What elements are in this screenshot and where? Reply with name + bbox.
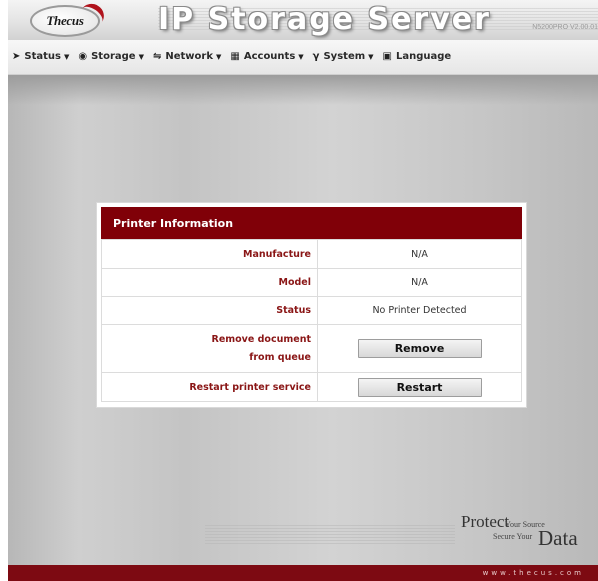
caret-down-icon: ▼ (298, 52, 304, 61)
system-icon: γ (312, 51, 320, 62)
remove-button[interactable]: Remove (357, 339, 482, 358)
nav-item-system[interactable]: γ System ▼ (313, 51, 374, 62)
status-label: Status (101, 296, 318, 325)
remove-label-line2: from queue (249, 351, 311, 363)
nav-item-storage[interactable]: ◉ Storage ▼ (78, 51, 144, 62)
slogan-protect: Protect (461, 512, 510, 531)
manufacture-label: Manufacture (101, 239, 318, 269)
nav-item-language[interactable]: ▣ Language (383, 51, 452, 62)
restart-button[interactable]: Restart (357, 377, 482, 397)
caret-down-icon: ▼ (63, 52, 70, 61)
slogan-data: Data (538, 526, 578, 550)
table-row: Remove document from queue Remove (101, 324, 522, 373)
nav-item-network[interactable]: ⇋ Network ▼ (153, 51, 221, 62)
footer-decoration (205, 525, 455, 545)
nav-item-label: Accounts (243, 51, 296, 62)
restart-service-label: Restart printer service (101, 372, 318, 402)
table-row: Model N/A (101, 268, 522, 297)
arrow-icon: ➤ (12, 51, 21, 62)
slogan-logo: Protect Your Source Secure Your Data (455, 508, 598, 560)
nav-item-label: System (323, 51, 366, 62)
manufacture-value: N/A (317, 239, 522, 269)
status-value: No Printer Detected (317, 296, 522, 325)
model-value: N/A (317, 268, 522, 297)
printer-info-table: Manufacture N/A Model N/A Status No Prin… (101, 239, 522, 402)
nav-item-label: Storage (91, 51, 136, 62)
remove-document-label: Remove document from queue (101, 324, 318, 373)
slogan-secure-your: Secure Your (493, 532, 533, 541)
nav-item-status[interactable]: ➤ Status ▼ (12, 51, 69, 62)
caret-down-icon: ▼ (138, 52, 144, 61)
caret-down-icon: ▼ (368, 52, 374, 61)
nav-item-label: Status (24, 51, 61, 62)
page-title: IP Storage Server (158, 2, 491, 37)
model-label: Model (101, 268, 318, 297)
disk-icon: ◉ (78, 51, 88, 62)
app-window: Thecus IP Storage Server N5200PRO V2.00.… (0, 0, 598, 581)
network-icon: ⇋ (152, 51, 162, 62)
printer-info-panel: Printer Information Manufacture N/A Mode… (96, 202, 527, 408)
nav-item-label: Network (165, 51, 213, 62)
table-row: Restart printer service Restart (101, 372, 522, 402)
caret-down-icon: ▼ (216, 52, 222, 61)
version-label: N5200PRO V2.00.01 (532, 24, 598, 31)
language-icon: ▣ (382, 51, 392, 62)
nav-item-label: Language (395, 51, 452, 62)
header-banner: Thecus IP Storage Server N5200PRO V2.00.… (8, 0, 598, 40)
table-row: Manufacture N/A (101, 239, 522, 269)
footer-url: www.thecus.com (482, 569, 584, 577)
thecus-logo: Thecus (30, 0, 109, 37)
nav-item-accounts[interactable]: ▦ Accounts ▼ (230, 51, 303, 62)
table-row: Status No Printer Detected (101, 296, 522, 325)
footer-bar: www.thecus.com (8, 565, 598, 581)
accounts-icon: ▦ (230, 51, 240, 62)
main-nav: ➤ Status ▼ ◉ Storage ▼ ⇋ Network ▼ ▦ Acc… (8, 40, 598, 75)
panel-title: Printer Information (101, 207, 522, 239)
remove-label-line1: Remove document (211, 333, 312, 345)
